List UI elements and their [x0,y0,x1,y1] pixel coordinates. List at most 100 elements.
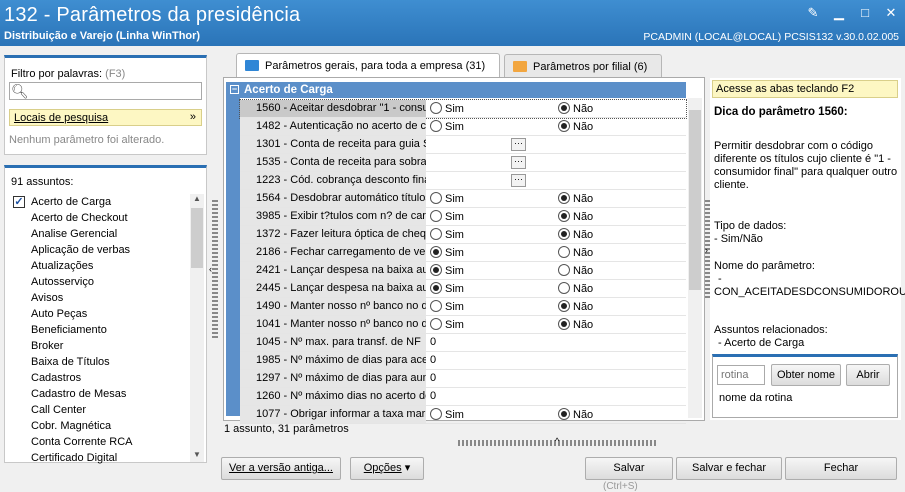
ellipsis-button[interactable]: ··· [511,174,526,187]
radio-icon[interactable] [430,264,442,276]
radio-icon[interactable] [558,408,570,420]
assunto-item[interactable]: Acerto de Checkout [9,210,187,226]
radio-icon[interactable] [430,246,442,258]
parameter-row[interactable]: 1041 - Manter nosso nº banco no d Sim Não [240,316,686,334]
radio-icon[interactable] [558,102,570,114]
parameter-row[interactable]: 1985 - Nº máximo de dias para acer 0 [240,352,686,370]
tab-parametros-gerais[interactable]: Parâmetros gerais, para toda a empresa (… [236,53,500,78]
parameter-value[interactable]: 0 [430,352,436,369]
collapse-left-icon[interactable]: ‹ [209,264,212,274]
radio-icon[interactable] [558,282,570,294]
radio-nao[interactable]: Não [558,408,593,421]
salvar-fechar-button[interactable]: Salvar e fechar [676,457,782,480]
radio-icon[interactable] [430,192,442,204]
parameter-row[interactable]: 1560 - Aceitar desdobrar "1 - consu Sim Nã… [239,99,687,119]
radio-icon[interactable] [430,228,442,240]
assunto-item[interactable]: Broker [9,338,187,354]
parameter-row[interactable]: 1535 - Conta de receita para sobra ··· [240,154,686,172]
radio-icon[interactable] [430,210,442,222]
search-input[interactable]: 🔍︎ [9,82,202,100]
parameter-row[interactable]: 2421 - Lançar despesa na baixa au Sim Não [240,262,686,280]
salvar-button[interactable]: Salvar [585,457,673,480]
assunto-item[interactable]: Cadastro de Mesas [9,386,187,402]
assunto-item[interactable]: Analise Gerencial [9,226,187,242]
radio-nao[interactable]: Não [558,300,593,313]
assunto-item[interactable]: Avisos [9,290,187,306]
radio-icon[interactable] [558,120,570,132]
assunto-item[interactable]: Atualizações [9,258,187,274]
radio-sim[interactable]: Sim [430,246,464,259]
assunto-item[interactable]: Cadastros [9,370,187,386]
assunto-item[interactable]: Baixa de Títulos [9,354,187,370]
chevron-up-icon[interactable]: ^ [555,436,559,446]
parameter-row[interactable]: 1372 - Fazer leitura óptica de chequ Sim N… [240,226,686,244]
assunto-item[interactable]: Aplicação de verbas [9,242,187,258]
radio-icon[interactable] [558,210,570,222]
assunto-item[interactable]: ✓ Acerto de Carga [9,194,187,210]
scroll-thumb[interactable] [191,208,203,268]
edit-icon[interactable]: ✎ [805,5,821,21]
obter-nome-button[interactable]: Obter nome [771,364,841,386]
radio-icon[interactable] [558,264,570,276]
radio-sim[interactable]: Sim [430,408,464,421]
scroll-thumb[interactable] [689,110,701,290]
radio-icon[interactable] [558,300,570,312]
tab-parametros-filial[interactable]: Parâmetros por filial (6) [504,54,662,78]
opcoes-button[interactable]: Opções ▾ [350,457,424,480]
assunto-item[interactable]: Beneficiamento [9,322,187,338]
radio-icon[interactable] [558,318,570,330]
radio-sim[interactable]: Sim [430,282,464,295]
parameter-row[interactable]: 1301 - Conta de receita para guia S ··· [240,136,686,154]
assunto-item[interactable]: Conta Corrente RCA [9,434,187,450]
radio-nao[interactable]: Não [558,318,593,331]
parameter-row[interactable]: 1223 - Cód. cobrança desconto fina ··· [240,172,686,190]
collapse-icon[interactable]: − [230,85,239,94]
radio-sim[interactable]: Sim [430,318,464,331]
radio-sim[interactable]: Sim [430,210,464,223]
splitter-handle[interactable] [212,200,218,340]
assuntos-scrollbar[interactable]: ▲ ▼ [190,194,204,462]
rotina-input[interactable] [717,365,765,385]
assunto-item[interactable]: Autosserviço [9,274,187,290]
parameter-value[interactable]: 0 [430,388,436,405]
parameter-row[interactable]: 1490 - Manter nosso nº banco no d Sim Não [240,298,686,316]
assunto-item[interactable]: Call Center [9,402,187,418]
parameter-row[interactable]: 1482 - Autenticação no acerto de c Sim Não [240,118,686,136]
maximize-icon[interactable]: □ [857,5,873,21]
parameter-row[interactable]: 1564 - Desdobrar automático títulos Sim Nã… [240,190,686,208]
parameter-value[interactable]: 0 [430,370,436,387]
parameter-row[interactable]: 2186 - Fechar carregamento de ver Sim Não [240,244,686,262]
radio-nao[interactable]: Não [558,246,593,259]
parameter-row[interactable]: 1077 - Obrigar informar a taxa mar Sim Não [240,406,686,424]
radio-icon[interactable] [558,228,570,240]
radio-nao[interactable]: Não [558,282,593,295]
parameter-row[interactable]: 2445 - Lançar despesa na baixa au Sim Não [240,280,686,298]
radio-icon[interactable] [430,408,442,420]
radio-nao[interactable]: Não [558,192,593,205]
group-header[interactable]: − Acerto de Carga [226,82,686,98]
radio-icon[interactable] [430,120,442,132]
versao-antiga-button[interactable]: Ver a versão antiga... [221,457,341,480]
ellipsis-button[interactable]: ··· [511,138,526,151]
assunto-item[interactable]: Cobr. Magnética [9,418,187,434]
radio-icon[interactable] [430,318,442,330]
radio-icon[interactable] [430,102,442,114]
assunto-item[interactable]: Certificado Digital [9,450,187,466]
checkbox-icon[interactable]: ✓ [13,196,25,208]
radio-sim[interactable]: Sim [430,192,464,205]
locais-pesquisa-dropdown[interactable]: Locais de pesquisa » [9,109,202,126]
parameter-row[interactable]: 3985 - Exibir t?tulos com n? de carr Sim N… [240,208,686,226]
collapse-right-icon[interactable]: › [705,245,708,255]
radio-icon[interactable] [558,246,570,258]
radio-sim[interactable]: Sim [430,102,464,115]
radio-sim[interactable]: Sim [430,120,464,133]
radio-nao[interactable]: Não [558,120,593,133]
scroll-down-icon[interactable]: ▼ [190,450,204,462]
radio-sim[interactable]: Sim [430,264,464,277]
radio-nao[interactable]: Não [558,264,593,277]
parameter-value[interactable]: 0 [430,334,436,351]
assunto-item[interactable]: Auto Peças [9,306,187,322]
radio-sim[interactable]: Sim [430,228,464,241]
radio-nao[interactable]: Não [558,228,593,241]
radio-icon[interactable] [430,282,442,294]
